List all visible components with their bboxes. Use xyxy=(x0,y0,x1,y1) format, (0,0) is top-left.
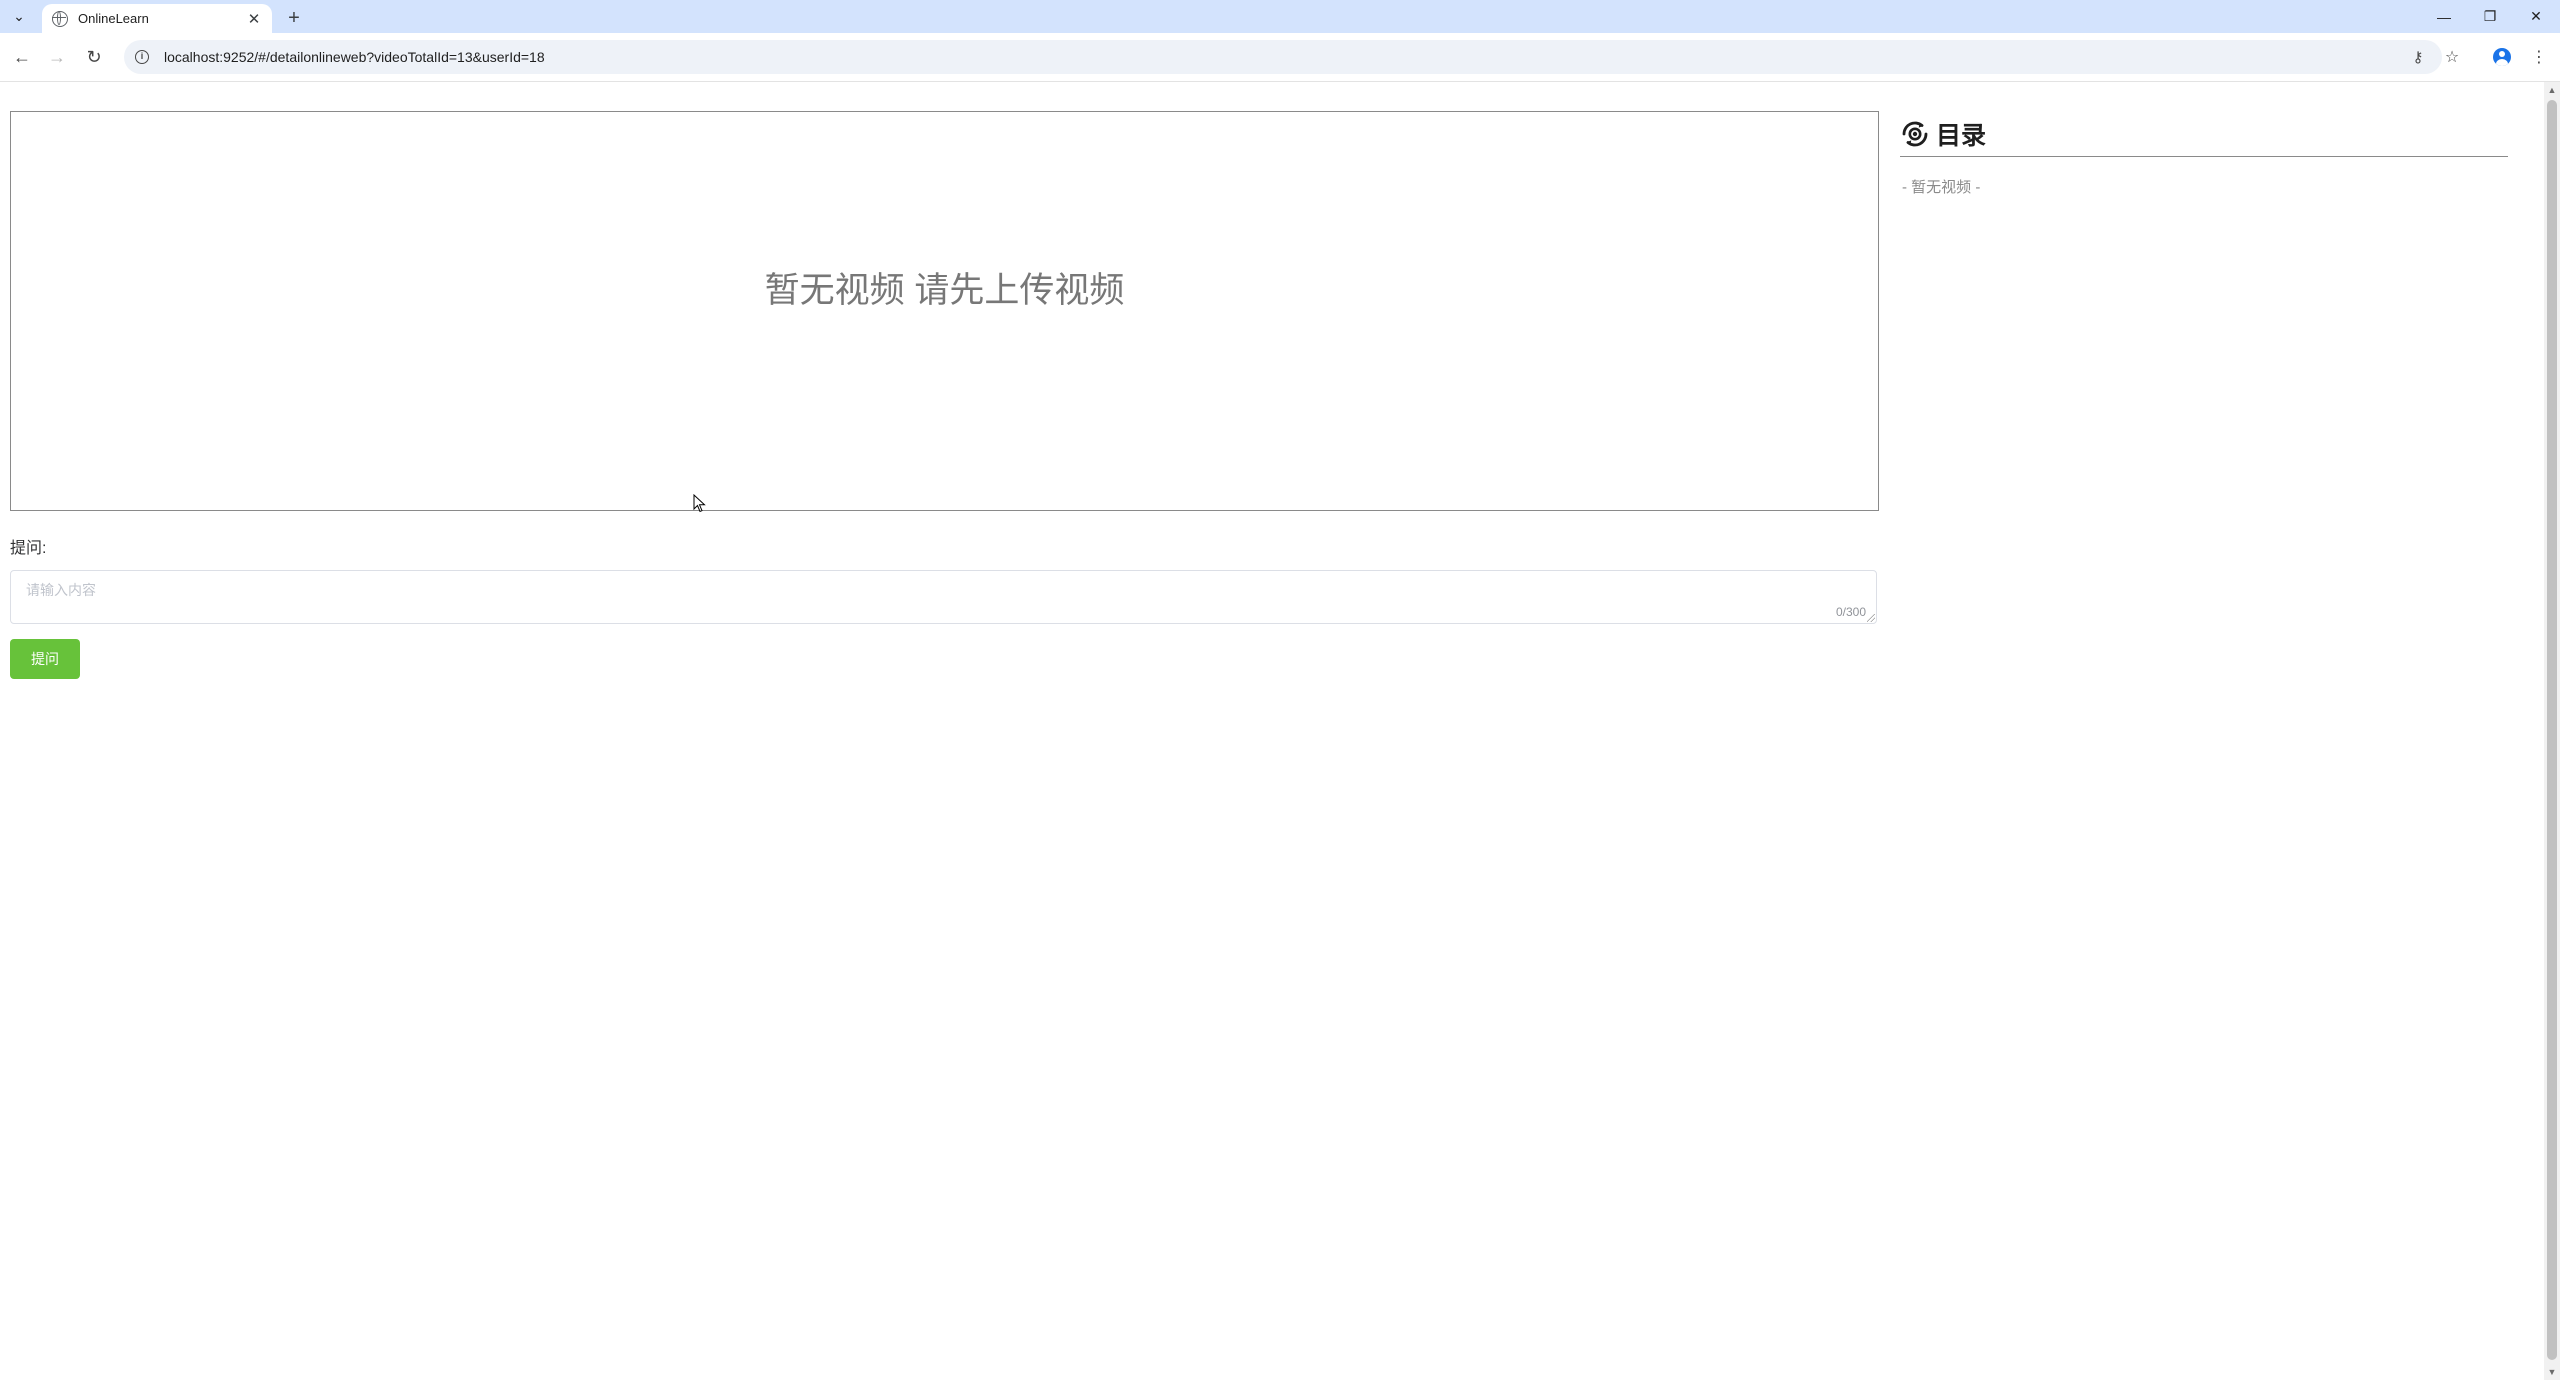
close-icon: ✕ xyxy=(247,10,261,28)
question-char-counter: 0/300 xyxy=(1835,605,1866,619)
mouse-cursor-icon xyxy=(693,494,706,513)
profile-button[interactable] xyxy=(2488,43,2516,71)
minimize-icon: — xyxy=(2437,8,2451,25)
arrow-right-icon: → xyxy=(48,46,66,67)
chevron-down-icon: ⌄ xyxy=(13,7,25,24)
url-text[interactable]: localhost:9252/#/detailonlineweb?videoTo… xyxy=(164,49,545,65)
globe-icon xyxy=(52,10,68,27)
star-icon: ☆ xyxy=(2444,49,2460,66)
browser-menu-button[interactable]: ⋮ xyxy=(2525,43,2553,71)
submit-question-button[interactable]: 提问 xyxy=(10,639,80,679)
back-button[interactable]: ← xyxy=(8,43,36,71)
catalog-title: 目录 xyxy=(1936,122,1987,150)
tab-onlinelearn[interactable]: OnlineLearn ✕ xyxy=(42,4,272,33)
bookmark-button[interactable]: ☆ xyxy=(2438,43,2466,71)
tab-close-button[interactable]: ✕ xyxy=(244,9,264,29)
restore-icon: ❐ xyxy=(2483,8,2497,24)
tab-strip: ⌄ OnlineLearn ✕ + — ❐ ✕ xyxy=(0,0,2560,33)
new-tab-button[interactable]: + xyxy=(282,6,306,30)
reload-button[interactable]: ↻ xyxy=(80,43,108,71)
catalog-empty-text: - 暂无视频 - xyxy=(1902,179,1981,196)
scroll-down-arrow-icon[interactable]: ▼ xyxy=(2544,1364,2560,1380)
close-window-button[interactable]: ✕ xyxy=(2514,0,2558,33)
restore-button[interactable]: ❐ xyxy=(2468,0,2512,33)
forward-button[interactable]: → xyxy=(43,43,71,71)
question-label: 提问: xyxy=(10,540,47,557)
page-scrollbar[interactable]: ▲ ▼ xyxy=(2544,82,2560,1380)
address-bar[interactable]: i localhost:9252/#/detailonlineweb?video… xyxy=(124,40,2442,74)
plus-icon: + xyxy=(288,6,300,29)
browser-toolbar: ← → ↻ i localhost:9252/#/detailonlineweb… xyxy=(0,33,2560,82)
key-icon: ⚷ xyxy=(2412,49,2424,66)
tab-title: OnlineLearn xyxy=(78,11,149,26)
scrollbar-thumb[interactable] xyxy=(2547,100,2557,1360)
tab-search-button[interactable]: ⌄ xyxy=(6,5,32,27)
password-manager-button[interactable]: ⚷ xyxy=(2408,47,2428,67)
question-textarea[interactable]: 请输入内容 0/300 xyxy=(10,570,1877,624)
question-placeholder: 请输入内容 xyxy=(26,582,96,598)
catalog-header: 目录 xyxy=(1900,112,2508,157)
resize-grip-icon[interactable] xyxy=(1867,614,1875,622)
arrow-left-icon: ← xyxy=(13,46,31,67)
profile-icon xyxy=(2493,48,2511,66)
video-player[interactable]: 暂无视频 请先上传视频 xyxy=(10,111,1879,511)
reload-icon: ↻ xyxy=(86,46,102,67)
site-info-button[interactable]: i xyxy=(132,47,152,67)
video-empty-message: 暂无视频 请先上传视频 xyxy=(764,271,1125,310)
page-content: 暂无视频 请先上传视频 提问: 请输入内容 0/300 提问 目录 - 暂无视频… xyxy=(0,82,2560,1380)
info-icon: i xyxy=(135,50,149,64)
minimize-button[interactable]: — xyxy=(2422,0,2466,33)
close-icon: ✕ xyxy=(2530,8,2542,24)
scroll-up-arrow-icon[interactable]: ▲ xyxy=(2544,82,2560,98)
eye-rotate-icon xyxy=(1902,121,1928,147)
kebab-menu-icon: ⋮ xyxy=(2531,49,2547,66)
